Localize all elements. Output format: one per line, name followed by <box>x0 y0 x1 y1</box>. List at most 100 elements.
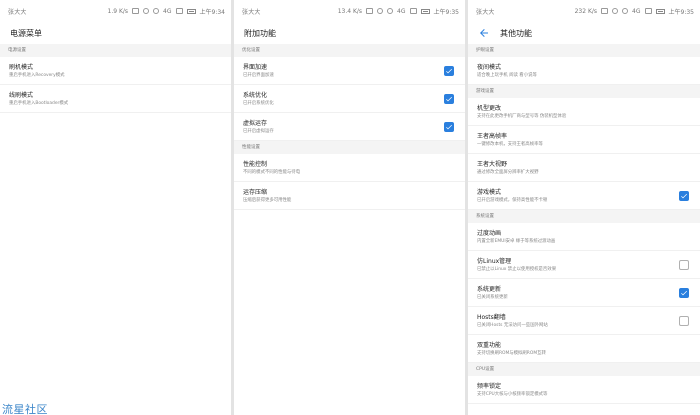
checkbox[interactable] <box>679 190 689 201</box>
other-functions-screen: 张大大 232 K/s 4G 上午9:35 其他功能 护眼设置 夜间模式 适合晚上玩… <box>468 0 700 415</box>
list-item[interactable]: 夜间模式 适合晚上玩手机 阅读 看小说等 <box>468 57 700 85</box>
item-subtitle: 已开启游戏模式，保持高性能不卡顿 <box>477 198 548 203</box>
checkbox[interactable] <box>444 121 454 132</box>
item-title: 频率锁定 <box>477 383 502 390</box>
page-title: 其他功能 <box>500 28 532 38</box>
item-title: 双重功能 <box>477 342 502 349</box>
item-title: 仿Linux管理 <box>477 258 512 265</box>
item-subtitle: 已禁止以Linux 禁止以使用授权是否效果 <box>477 267 557 272</box>
item-title: 运存压缩 <box>243 189 268 196</box>
item-subtitle: 支持切换刷ROM与模拟刷ROM互转 <box>477 351 546 356</box>
clock: 上午9:35 <box>433 8 459 16</box>
item-subtitle: 压缩后获得更多可用性能 <box>243 198 292 203</box>
list-item[interactable]: 频率锁定支持CPU大核与小核频率锁定模式等 <box>468 376 700 404</box>
power-menu-screen: 张大大 1.9 K/s 4G 上午9:34 电源菜单 电源设置 刷机模式 重启手… <box>0 0 231 415</box>
item-title: 系统优化 <box>243 92 268 99</box>
signal-icon <box>644 8 652 14</box>
wifi-icon <box>387 8 394 14</box>
signal-icon <box>175 8 183 14</box>
item-subtitle: 已开启系统优化 <box>243 101 274 106</box>
alarm-icon <box>612 8 619 14</box>
network-speed: 13.4 K/s <box>337 7 363 15</box>
extra-functions-screen: 张大大 13.4 K/s 4G 上午9:35 附加功能 优化设置 界面加速 已开… <box>234 0 465 415</box>
list-item[interactable]: Hosts翻墙 已关闭Hosts 无法访问一些国外网站 <box>468 307 700 335</box>
page-title: 电源菜单 <box>10 28 42 38</box>
list-item[interactable]: 双重功能支持切换刷ROM与模拟刷ROM互转 <box>468 335 700 363</box>
network-speed: 1.9 K/s <box>107 7 129 15</box>
settings-list: 护眼设置 夜间模式 适合晚上玩手机 阅读 看小说等 游戏设置机型更改支持在此更改手机厂… <box>468 44 700 404</box>
item-subtitle: 不同的模式不同的性能与待电 <box>243 170 301 175</box>
item-subtitle: 重启手机进入Bootloader模式 <box>9 101 69 106</box>
network-type: 4G <box>632 7 641 15</box>
list-item[interactable]: 系统更新 已关闭系统更新 <box>468 279 700 307</box>
clock: 上午9:35 <box>668 8 694 16</box>
watermark-logo: 流星社区 <box>2 403 48 415</box>
item-title: 刷机模式 <box>9 64 34 71</box>
nfc-icon <box>366 8 374 14</box>
item-subtitle: 内置全新EMUI安卓 缘于等系统过渡动画 <box>477 239 556 244</box>
item-title: 过度动画 <box>477 230 502 237</box>
item-title: 王者高帧率 <box>477 133 508 140</box>
list-item[interactable]: 游戏模式已开启游戏模式，保持高性能不卡顿 <box>468 182 700 210</box>
arrow-left-icon[interactable] <box>478 26 492 40</box>
network-type: 4G <box>163 7 172 15</box>
item-subtitle: 支持在此更改手机厂商与型号等 伪装机型体验 <box>477 114 567 119</box>
carrier-label: 张大大 <box>242 8 261 16</box>
checkbox[interactable] <box>679 315 689 326</box>
list-item-ui-acceleration[interactable]: 界面加速 已开启界面加速 <box>234 57 465 85</box>
nfc-icon <box>132 8 140 14</box>
list-item-virtual-memory[interactable]: 虚拟运存 已开启虚拟运存 <box>234 113 465 141</box>
item-subtitle: 重启手机进入Recovery模式 <box>9 73 65 78</box>
check-icon <box>446 68 452 73</box>
item-subtitle: 已开启界面加速 <box>243 73 274 78</box>
battery-icon <box>655 8 665 14</box>
list-item[interactable]: 过度动画内置全新EMUI安卓 缘于等系统过渡动画 <box>468 223 700 251</box>
item-title: Hosts翻墙 <box>477 314 506 321</box>
checkbox[interactable] <box>679 287 689 298</box>
item-subtitle: 已开启虚拟运存 <box>243 129 274 134</box>
section-header: 游戏设置 <box>468 85 700 98</box>
status-bar: 张大大 232 K/s 4G 上午9:35 <box>468 0 700 22</box>
list-item-system-optimization[interactable]: 系统优化 已开启系统优化 <box>234 85 465 113</box>
check-icon <box>681 193 687 198</box>
list-item[interactable]: 仿Linux管理已禁止以Linux 禁止以使用授权是否效果 <box>468 251 700 279</box>
checkbox[interactable] <box>444 65 454 76</box>
wifi-icon <box>622 8 629 14</box>
item-title: 机型更改 <box>477 105 502 112</box>
list-item-memory-compression[interactable]: 运存压缩 压缩后获得更多可用性能 <box>234 182 465 210</box>
battery-icon <box>186 8 196 14</box>
wifi-icon <box>153 8 160 14</box>
list-item[interactable]: 王者高帧率 一键修改本机，支持王者高帧率等 <box>468 126 700 154</box>
status-bar: 张大大 13.4 K/s 4G 上午9:35 <box>234 0 465 22</box>
item-title: 性能控制 <box>243 161 268 168</box>
check-icon <box>681 290 687 295</box>
section-header: 护眼设置 <box>468 44 700 57</box>
item-title: 虚拟运存 <box>243 120 268 127</box>
check-icon <box>446 124 452 129</box>
checkbox[interactable] <box>679 259 689 270</box>
item-title: 界面加速 <box>243 64 268 71</box>
item-subtitle: 已关闭系统更新 <box>477 295 508 300</box>
list-item[interactable]: 机型更改支持在此更改手机厂商与型号等 伪装机型体验 <box>468 98 700 126</box>
checkbox[interactable] <box>444 93 454 104</box>
list-item-recovery-mode[interactable]: 刷机模式 重启手机进入Recovery模式 <box>0 57 231 85</box>
list-item-performance-control[interactable]: 性能控制 不同的模式不同的性能与待电 <box>234 154 465 182</box>
network-speed: 232 K/s <box>574 7 598 15</box>
list-item[interactable]: 王者大视野通过修改全面屏分辨率扩大视野 <box>468 154 700 182</box>
check-icon <box>446 96 452 101</box>
list-item-bootloader-mode[interactable]: 线刷模式 重启手机进入Bootloader模式 <box>0 85 231 113</box>
item-subtitle: 支持CPU大核与小核频率锁定模式等 <box>477 392 548 397</box>
item-title: 线刷模式 <box>9 92 34 99</box>
alarm-icon <box>377 8 384 14</box>
item-title: 游戏模式 <box>477 189 502 196</box>
section-header: 电源设置 <box>0 44 231 57</box>
carrier-label: 张大大 <box>8 8 27 16</box>
item-title: 王者大视野 <box>477 161 508 168</box>
signal-icon <box>409 8 417 14</box>
item-subtitle: 通过修改全面屏分辨率扩大视野 <box>477 170 539 175</box>
network-type: 4G <box>397 7 406 15</box>
section-header: 性能设置 <box>234 141 465 154</box>
item-subtitle: 适合晚上玩手机 阅读 看小说等 <box>477 73 537 78</box>
status-bar: 张大大 1.9 K/s 4G 上午9:34 <box>0 0 231 22</box>
nfc-icon <box>601 8 609 14</box>
